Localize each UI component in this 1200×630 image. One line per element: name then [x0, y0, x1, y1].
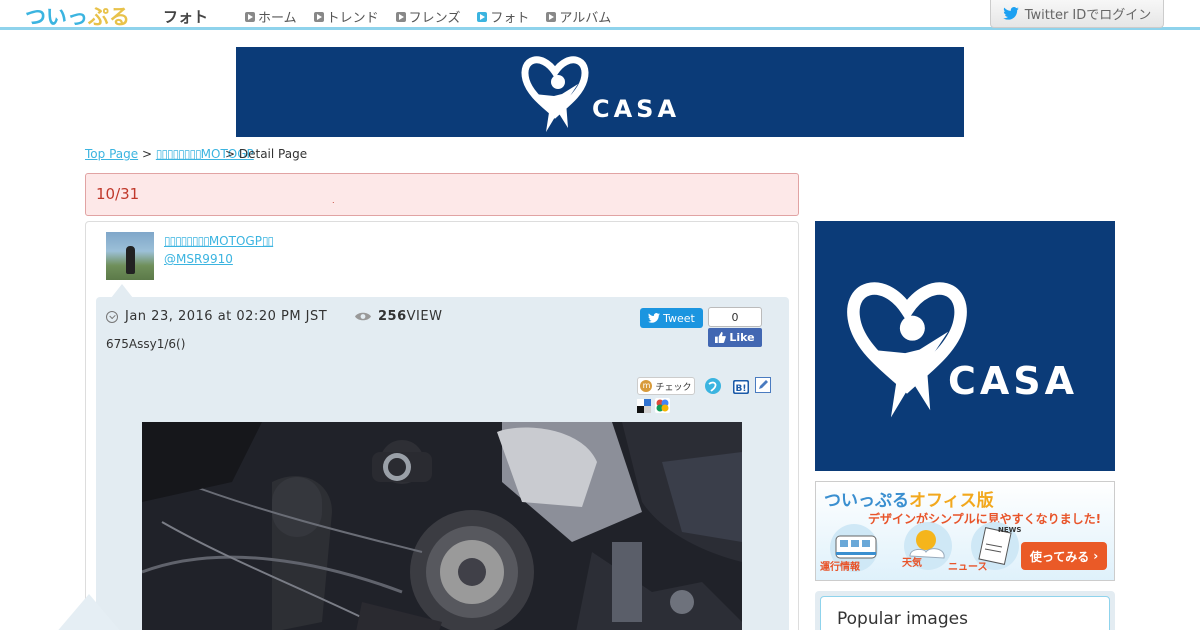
facebook-like-button[interactable]: Like: [708, 328, 762, 347]
office-banner-title: ついっぷるオフィス版: [824, 486, 994, 511]
login-label: Twitter IDでログイン: [1024, 8, 1152, 23]
facebook-like-widget: 0 Like: [708, 307, 762, 347]
breadcrumb-user-glyphs: ▯▯▯▯▯▯▯▯: [155, 147, 202, 161]
top-banner-ad[interactable]: CASA: [236, 47, 964, 137]
tweet-button[interactable]: Tweet: [640, 308, 703, 328]
try-label: 使ってみる: [1029, 549, 1090, 564]
check-label: チェック: [655, 382, 692, 393]
decorative-triangle: [55, 594, 123, 630]
chevron-right-icon: ›: [1093, 549, 1099, 563]
post-date: Jan 23, 2016 at 02:20 PM JST: [106, 309, 327, 324]
view-suffix: VIEW: [406, 309, 443, 324]
breadcrumb-separator: >: [141, 147, 153, 161]
nav-label: トレンド: [326, 11, 379, 26]
nav-item-friends[interactable]: フレンズ: [395, 7, 461, 26]
bubble-pointer: [111, 284, 133, 298]
main-nav: ホーム トレンド フレンズ フォト アルバム: [245, 7, 611, 26]
logo-text-2: ぷる: [88, 5, 130, 29]
twitter-bird-icon: [1002, 7, 1019, 20]
mixi-check-button[interactable]: m チェック: [637, 377, 695, 395]
twitter-login-button[interactable]: Twitter IDでログイン: [990, 0, 1164, 28]
popular-images-title: Popular images: [837, 609, 968, 629]
nav-label: ホーム: [258, 11, 297, 26]
breadcrumb-home-link[interactable]: Top Page: [85, 147, 138, 161]
office-title-part2: オフィス版: [909, 491, 994, 511]
post-caption: 675Assy1/6(): [106, 337, 186, 351]
user-name-link[interactable]: ▯▯▯▯▯▯▯▯MOTOGP▯▯: [164, 234, 274, 248]
post-views: 256 VIEW: [354, 309, 442, 324]
delicious-icon[interactable]: [637, 399, 651, 413]
nav-item-trend[interactable]: トレンド: [313, 7, 379, 26]
twipple-share-icon[interactable]: [705, 378, 721, 394]
section-title: フォト: [163, 8, 209, 26]
user-name-label: MOTOGP: [208, 234, 262, 248]
hatena-bookmark-icon[interactable]: B!: [733, 379, 749, 395]
view-count: 256: [378, 309, 407, 324]
alert-dot: .: [332, 196, 335, 205]
arrow-icon: [477, 11, 488, 22]
avatar-figure: [126, 246, 135, 274]
train-label: 運行情報: [820, 562, 860, 573]
nav-item-home[interactable]: ホーム: [245, 7, 297, 26]
post-body: Jan 23, 2016 at 02:20 PM JST 256 VIEW 675…: [96, 297, 789, 630]
alert-text: 10/31: [96, 185, 140, 203]
top-navbar: ついっぷる フォト ホーム トレンド フレンズ フォト アルバム Twitter…: [0, 0, 1200, 30]
office-title-part1: ついっぷる: [824, 491, 909, 511]
post-date-text: Jan 23, 2016 at 02:20 PM JST: [125, 309, 328, 324]
logo-text-1: ついっ: [25, 5, 88, 29]
mixi-icon: m: [640, 380, 653, 392]
nav-label: フォト: [490, 11, 530, 26]
popular-images-inner: Popular images: [820, 596, 1110, 630]
weather-label: 天気: [902, 558, 922, 569]
post-photo[interactable]: [142, 422, 742, 630]
arrow-icon: [313, 11, 324, 22]
user-name-glyphs: ▯▯▯▯▯▯▯▯: [164, 234, 210, 248]
like-label: Like: [729, 331, 755, 344]
news-tag-label: NEWS: [998, 526, 1022, 534]
nav-item-album[interactable]: アルバム: [546, 7, 611, 26]
motorcycle-engine-image: [142, 422, 742, 630]
like-count: 0: [708, 307, 762, 327]
google-bookmark-icon[interactable]: [655, 398, 670, 413]
try-it-button[interactable]: 使ってみる ›: [1021, 542, 1107, 570]
arrow-icon: [245, 11, 255, 22]
casa-wordmark: CASA: [948, 359, 1079, 403]
avatar[interactable]: [106, 232, 154, 280]
site-logo[interactable]: ついっぷる: [25, 1, 130, 31]
arrow-icon: [546, 11, 557, 22]
casa-wordmark: CASA: [591, 95, 681, 123]
user-handle-link[interactable]: @MSR9910: [164, 252, 233, 266]
popular-images-panel: Popular images: [815, 591, 1115, 630]
breadcrumb-current: > Detail Page: [225, 147, 308, 161]
notice-alert: 10/31 .: [85, 173, 799, 216]
thumbs-up-icon: [715, 332, 727, 343]
svg-text:B!: B!: [736, 384, 747, 394]
news-label: ニュース: [948, 562, 988, 573]
nav-label: フレンズ: [408, 11, 461, 26]
nav-item-photo[interactable]: フォト: [477, 7, 529, 26]
casa-heart-logo-icon: [521, 56, 589, 132]
user-name-glyphs-2: ▯▯: [261, 234, 274, 248]
photo-post-card: ▯▯▯▯▯▯▯▯MOTOGP▯▯ @MSR9910 Jan 23, 2016 a…: [85, 221, 799, 630]
twitter-bird-icon: [648, 313, 661, 323]
office-edition-banner[interactable]: ついっぷるオフィス版 デザインがシンプルに見やすくなりました! NEWS 運行情…: [815, 481, 1115, 581]
edit-pencil-icon[interactable]: [755, 377, 771, 393]
tweet-label: Tweet: [663, 311, 695, 325]
arrow-icon: [395, 11, 406, 22]
eye-icon: [355, 312, 371, 321]
nav-label: アルバム: [559, 11, 612, 26]
clock-icon: [106, 310, 118, 323]
side-banner-ad[interactable]: CASA: [815, 221, 1115, 471]
